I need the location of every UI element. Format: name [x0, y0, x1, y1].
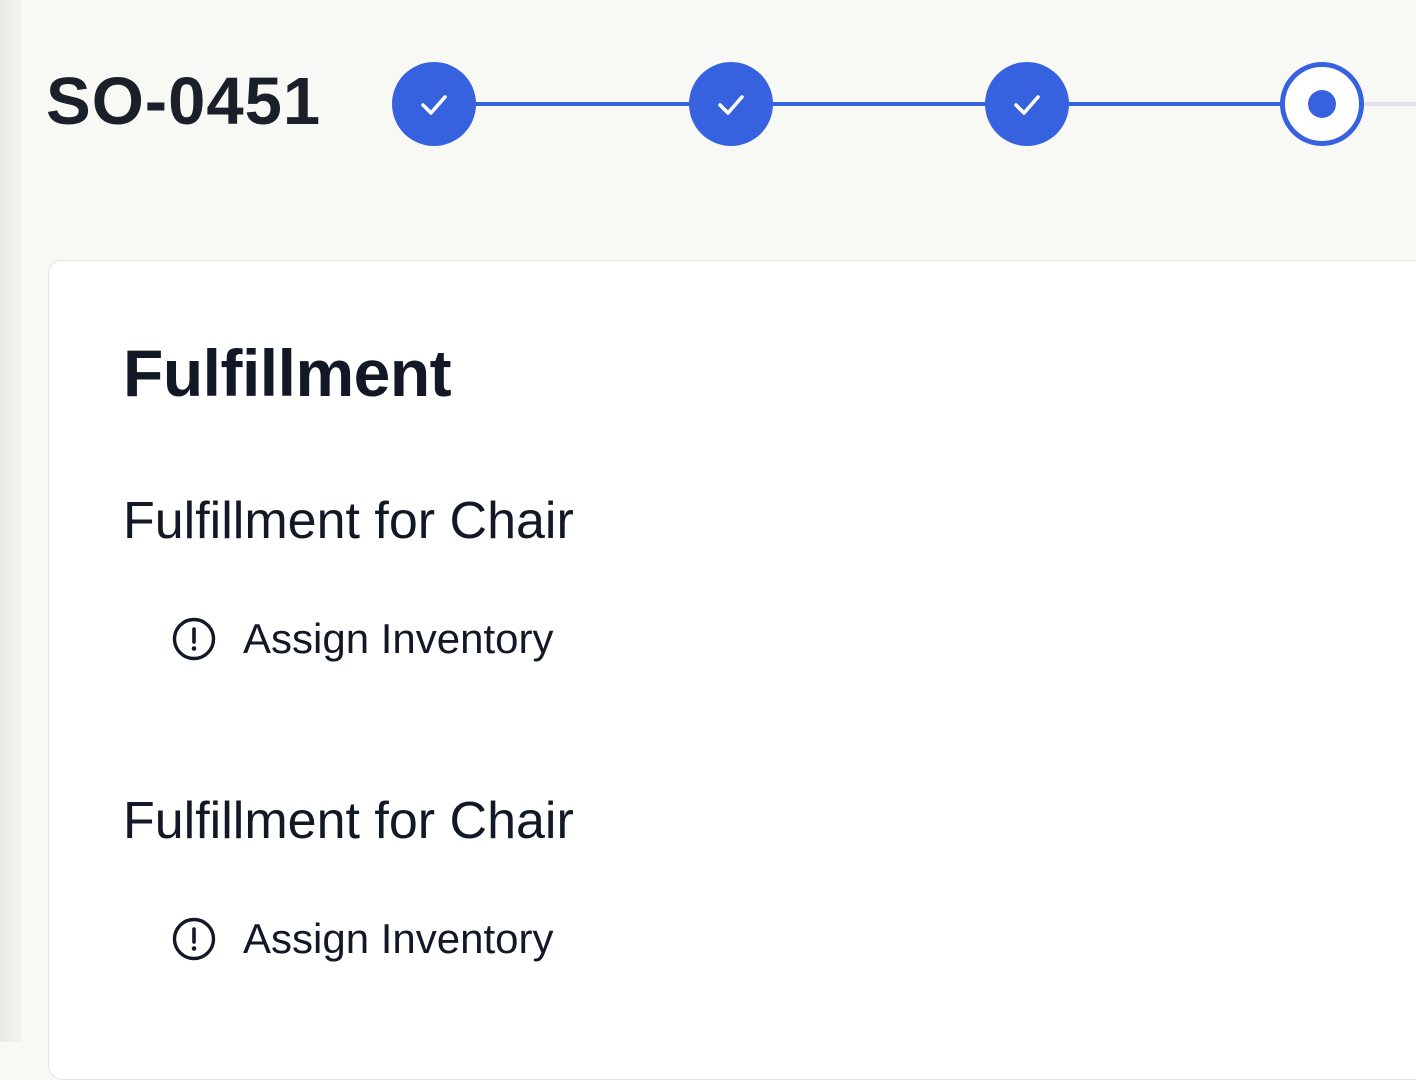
- dot-icon: [1308, 90, 1336, 118]
- step-4-current[interactable]: [1280, 62, 1364, 146]
- progress-stepper: [392, 60, 1416, 148]
- stepper-connector-complete: [1066, 102, 1284, 106]
- assign-inventory-task[interactable]: Assign Inventory: [171, 909, 554, 969]
- card-title: Fulfillment: [123, 336, 452, 410]
- task-label: Assign Inventory: [243, 615, 554, 662]
- step-3-complete[interactable]: [985, 62, 1069, 146]
- order-header: SO-0451: [0, 0, 1416, 210]
- order-id-title: SO-0451: [46, 64, 322, 139]
- section-title: Fulfillment for Chair: [123, 792, 574, 850]
- assign-inventory-task[interactable]: Assign Inventory: [171, 609, 554, 669]
- section-title: Fulfillment for Chair: [123, 492, 574, 550]
- stepper-connector-complete: [472, 102, 692, 106]
- stepper-connector-pending: [1362, 102, 1416, 106]
- check-icon: [421, 95, 447, 115]
- check-icon: [718, 95, 744, 115]
- step-2-complete[interactable]: [689, 62, 773, 146]
- alert-circle-icon: [172, 617, 216, 661]
- stepper-connector-complete: [770, 102, 988, 106]
- check-icon: [1014, 95, 1040, 115]
- fulfillment-card: Fulfillment Fulfillment for Chair Assign…: [48, 260, 1416, 1080]
- fulfillment-section: Fulfillment for Chair Assign Inventory: [123, 789, 1023, 962]
- step-1-complete[interactable]: [392, 62, 476, 146]
- alert-circle-icon: [172, 917, 216, 961]
- fulfillment-section: Fulfillment for Chair Assign Inventory: [123, 489, 1023, 662]
- task-label: Assign Inventory: [243, 915, 554, 962]
